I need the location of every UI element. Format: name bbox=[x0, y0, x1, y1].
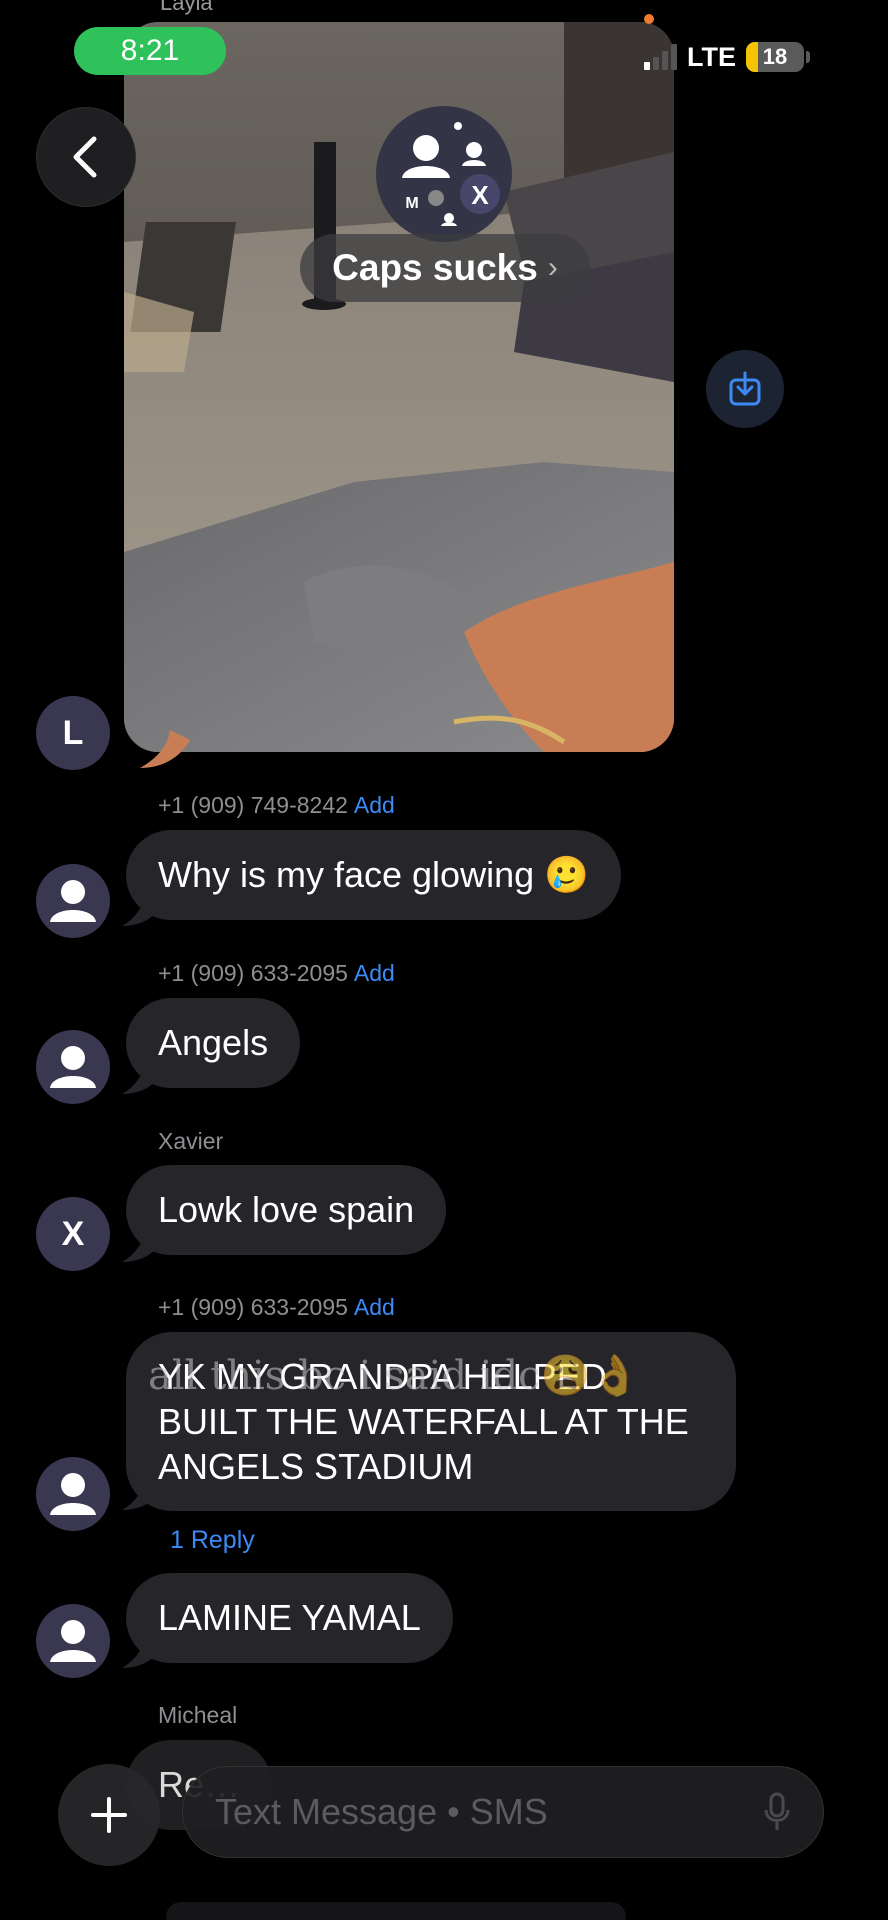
group-name-button[interactable]: Caps sucks › bbox=[300, 234, 590, 302]
avatar-person-icon[interactable] bbox=[36, 1030, 110, 1104]
status-indicators: LTE 18 bbox=[644, 40, 810, 74]
privacy-indicator-dot bbox=[644, 14, 654, 24]
chevron-left-icon bbox=[73, 136, 97, 178]
message-bubble[interactable]: Why is my face glowing 🥲 bbox=[126, 830, 621, 920]
message-bubble[interactable]: LAMINE YAMAL bbox=[126, 1573, 453, 1663]
message-input[interactable]: Text Message • SMS bbox=[182, 1766, 824, 1858]
network-label: LTE bbox=[687, 41, 736, 72]
svg-text:M: M bbox=[405, 195, 418, 212]
sender-phone: +1 (909) 633-2095 bbox=[158, 960, 348, 986]
back-button[interactable] bbox=[36, 107, 136, 207]
avatar-person-icon[interactable] bbox=[36, 864, 110, 938]
home-indicator-area bbox=[166, 1902, 626, 1920]
plus-button[interactable] bbox=[58, 1764, 160, 1866]
reply-count-link[interactable]: 1 Reply bbox=[170, 1526, 255, 1555]
battery-tip bbox=[806, 51, 810, 63]
message-sender: +1 (909) 633-2095 Add bbox=[158, 1294, 395, 1321]
message-bubble[interactable]: Lowk love spain bbox=[126, 1165, 447, 1255]
avatar-l[interactable]: L bbox=[36, 696, 110, 770]
svg-text:X: X bbox=[471, 180, 489, 210]
message-bubble[interactable]: Angels bbox=[126, 998, 301, 1088]
person-icon bbox=[50, 880, 96, 922]
add-contact-link[interactable]: Add bbox=[354, 960, 395, 986]
battery-level: 18 bbox=[762, 44, 788, 69]
group-avatar-cluster[interactable]: X M bbox=[376, 106, 512, 242]
top-sender-name: Layla bbox=[160, 0, 213, 15]
battery-icon: 18 bbox=[746, 42, 804, 72]
group-avatars-icon: X M bbox=[402, 122, 500, 226]
download-icon bbox=[729, 371, 761, 406]
microphone-icon[interactable] bbox=[763, 1792, 791, 1832]
group-name: Caps sucks bbox=[332, 247, 538, 288]
message-sender: +1 (909) 749-8242 Add bbox=[158, 792, 395, 819]
person-icon bbox=[50, 1473, 96, 1515]
add-contact-link[interactable]: Add bbox=[354, 792, 395, 818]
download-button[interactable] bbox=[706, 350, 784, 428]
avatar-person-icon[interactable] bbox=[36, 1604, 110, 1678]
message-sender: Micheal bbox=[158, 1702, 238, 1728]
status-time[interactable]: 8:21 bbox=[74, 27, 226, 75]
person-icon bbox=[50, 1046, 96, 1088]
message-sender: +1 (909) 633-2095 Add bbox=[158, 960, 395, 987]
avatar-x[interactable]: X bbox=[36, 1197, 110, 1271]
photo-tail bbox=[140, 730, 190, 768]
plus-icon bbox=[91, 1797, 127, 1833]
chevron-right-icon: › bbox=[547, 251, 558, 284]
message-sender: Xavier bbox=[158, 1128, 224, 1154]
avatar-person-icon[interactable] bbox=[36, 1457, 110, 1531]
video-caption-overlay: all this bc i said idc😩👌 bbox=[148, 1353, 641, 1399]
signal-icon bbox=[644, 44, 677, 70]
add-contact-link[interactable]: Add bbox=[354, 1294, 395, 1320]
person-icon bbox=[50, 1620, 96, 1662]
sender-phone: +1 (909) 749-8242 bbox=[158, 792, 348, 818]
message-input-placeholder: Text Message • SMS bbox=[215, 1791, 548, 1832]
sender-phone: +1 (909) 633-2095 bbox=[158, 1294, 348, 1320]
